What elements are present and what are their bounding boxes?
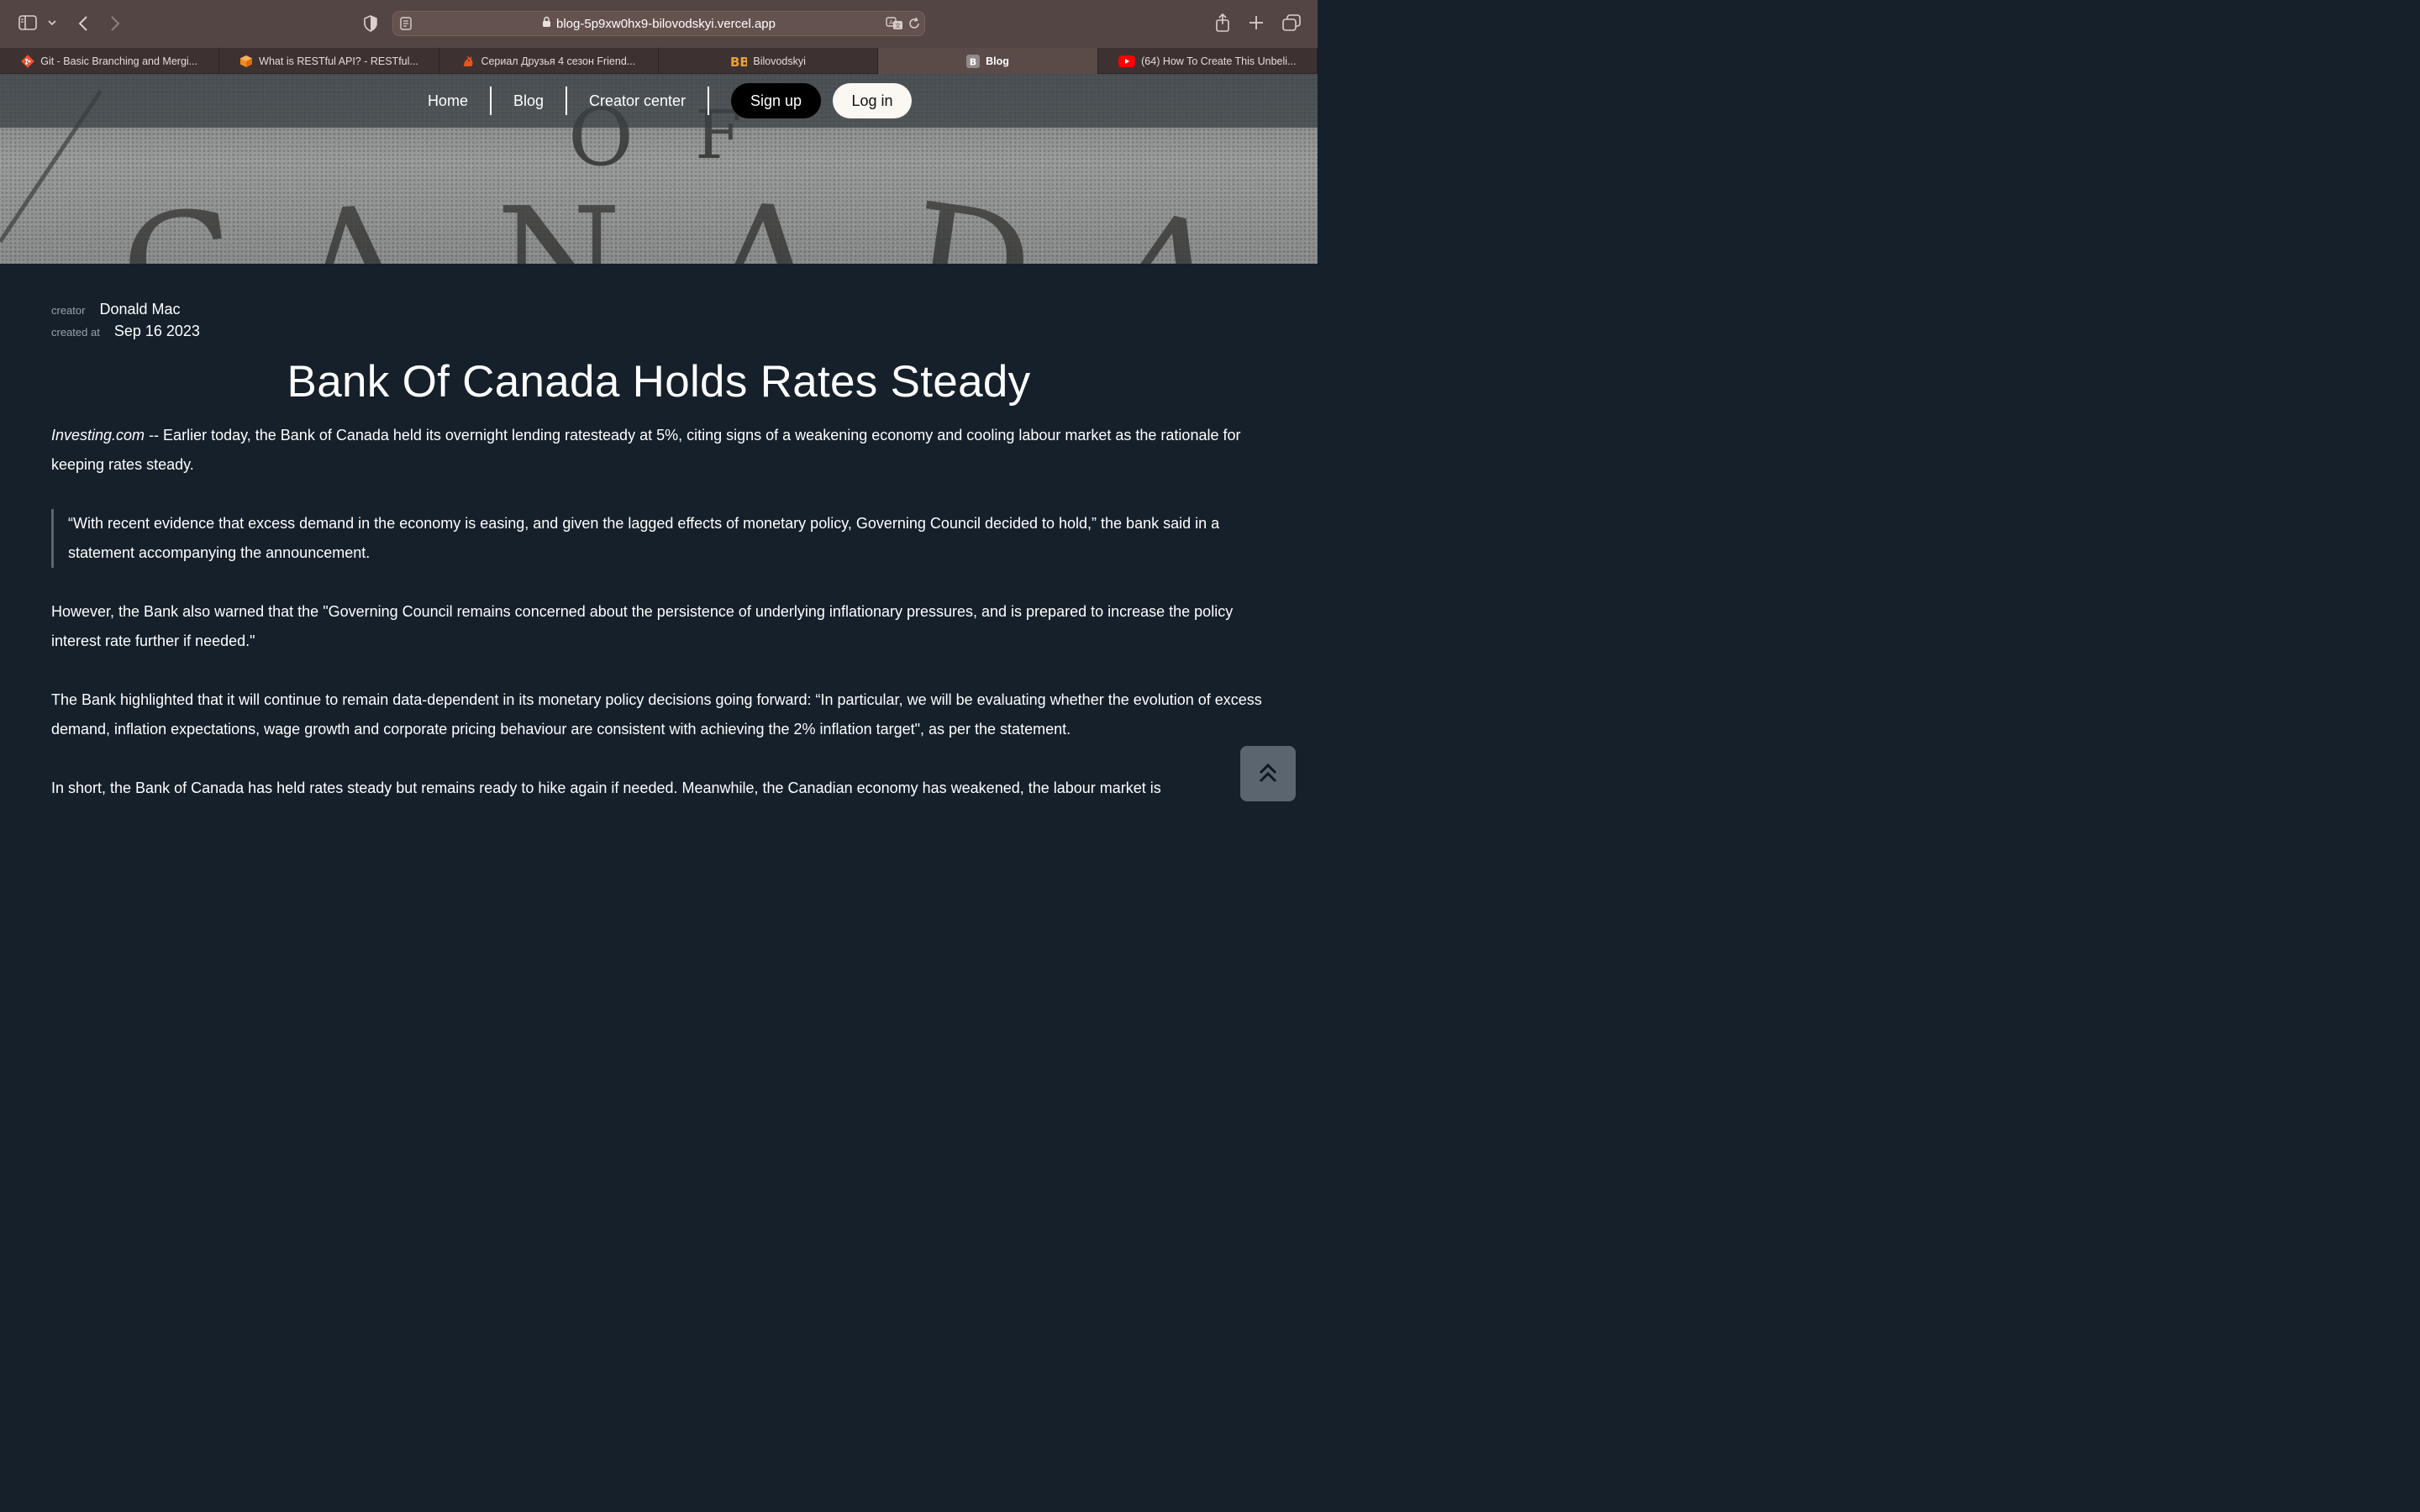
back-arrow-icon[interactable] [77,15,89,32]
article-title: Bank Of Canada Holds Rates Steady [287,357,1031,407]
share-icon[interactable] [1215,13,1230,32]
git-icon [21,54,34,68]
tab-git[interactable]: Git - Basic Branching and Mergi... [0,48,220,74]
address-bar[interactable]: blog-5p9xw0hx9-bilovodskyi.vercel.app 文A [392,11,925,36]
tab-youtube[interactable]: (64) How To Create This Unbeli... [1098,48,1318,74]
b-letter-icon: B [966,54,981,68]
url-text: blog-5p9xw0hx9-bilovodskyi.vercel.app [556,16,776,31]
creator-name: Donald Mac [99,301,181,318]
cube-icon [239,55,253,68]
tab-overview-icon[interactable] [1282,14,1301,31]
svg-text:BB: BB [730,55,747,68]
tab-bilovodskyi[interactable]: BB Bilovodskyi [659,48,879,74]
svg-text:C: C [110,175,249,264]
article-paragraph: The Bank highlighted that it will contin… [51,691,1262,738]
translate-icon[interactable]: 文A [886,16,904,31]
tab-strip: Git - Basic Branching and Mergi... What … [0,48,1318,74]
scroll-to-top-button[interactable] [1240,746,1296,801]
svg-text:文: 文 [895,22,901,29]
svg-text:D: D [898,171,1043,264]
svg-text:A: A [292,175,414,264]
nav-divider [708,87,710,115]
article-paragraph: Investing.com -- Earlier today, the Bank… [51,427,1241,473]
created-at-label: created at [51,326,100,339]
svg-text:B: B [970,56,976,67]
creator-label: creator [51,304,86,317]
log-in-button[interactable]: Log in [833,83,913,118]
svg-text:A: A [706,173,824,264]
svg-text:A: A [889,19,893,26]
forward-arrow-icon[interactable] [109,15,121,32]
hero-image: O F C A N A D A Home Blog Creator center… [0,74,1318,264]
reload-icon[interactable] [908,17,921,30]
nav-creator-center-link[interactable]: Creator center [567,92,708,110]
privacy-shield-icon[interactable] [363,15,378,32]
article-blockquote: “With recent evidence that excess demand… [51,509,1266,568]
article-meta: creator Donald Mac created at Sep 16 202… [51,301,200,344]
nav-home-link[interactable]: Home [406,92,490,110]
tab-friends[interactable]: Сериал Друзья 4 сезон Friend... [439,48,659,74]
sign-up-button[interactable]: Sign up [731,83,822,118]
sidebar-toggle-icon[interactable] [18,15,37,30]
bb-logo-icon: BB [730,55,747,68]
lock-icon [542,16,551,31]
browser-toolbar: blog-5p9xw0hx9-bilovodskyi.vercel.app 文A [0,0,1318,48]
youtube-icon [1118,55,1136,68]
article-body: Investing.com -- Earlier today, the Bank… [51,421,1266,832]
nav-blog-link[interactable]: Blog [492,92,566,110]
svg-text:A: A [1091,176,1243,264]
site-navbar: Home Blog Creator center Sign up Log in [0,74,1318,128]
article-paragraph: However, the Bank also warned that the "… [51,603,1234,649]
chevron-down-icon[interactable] [47,18,57,27]
source-name: Investing.com [51,427,145,444]
tab-restful[interactable]: What is RESTful API? - RESTful... [219,48,439,74]
new-tab-plus-icon[interactable] [1249,15,1264,30]
fox-icon [461,55,475,68]
tab-blog[interactable]: B Blog [878,48,1098,74]
double-chevron-up-icon [1257,762,1279,786]
svg-text:N: N [497,177,622,264]
created-at-date: Sep 16 2023 [113,323,200,339]
article-paragraph: In short, the Bank of Canada has held ra… [51,780,1161,796]
reader-mode-icon[interactable] [400,17,412,30]
